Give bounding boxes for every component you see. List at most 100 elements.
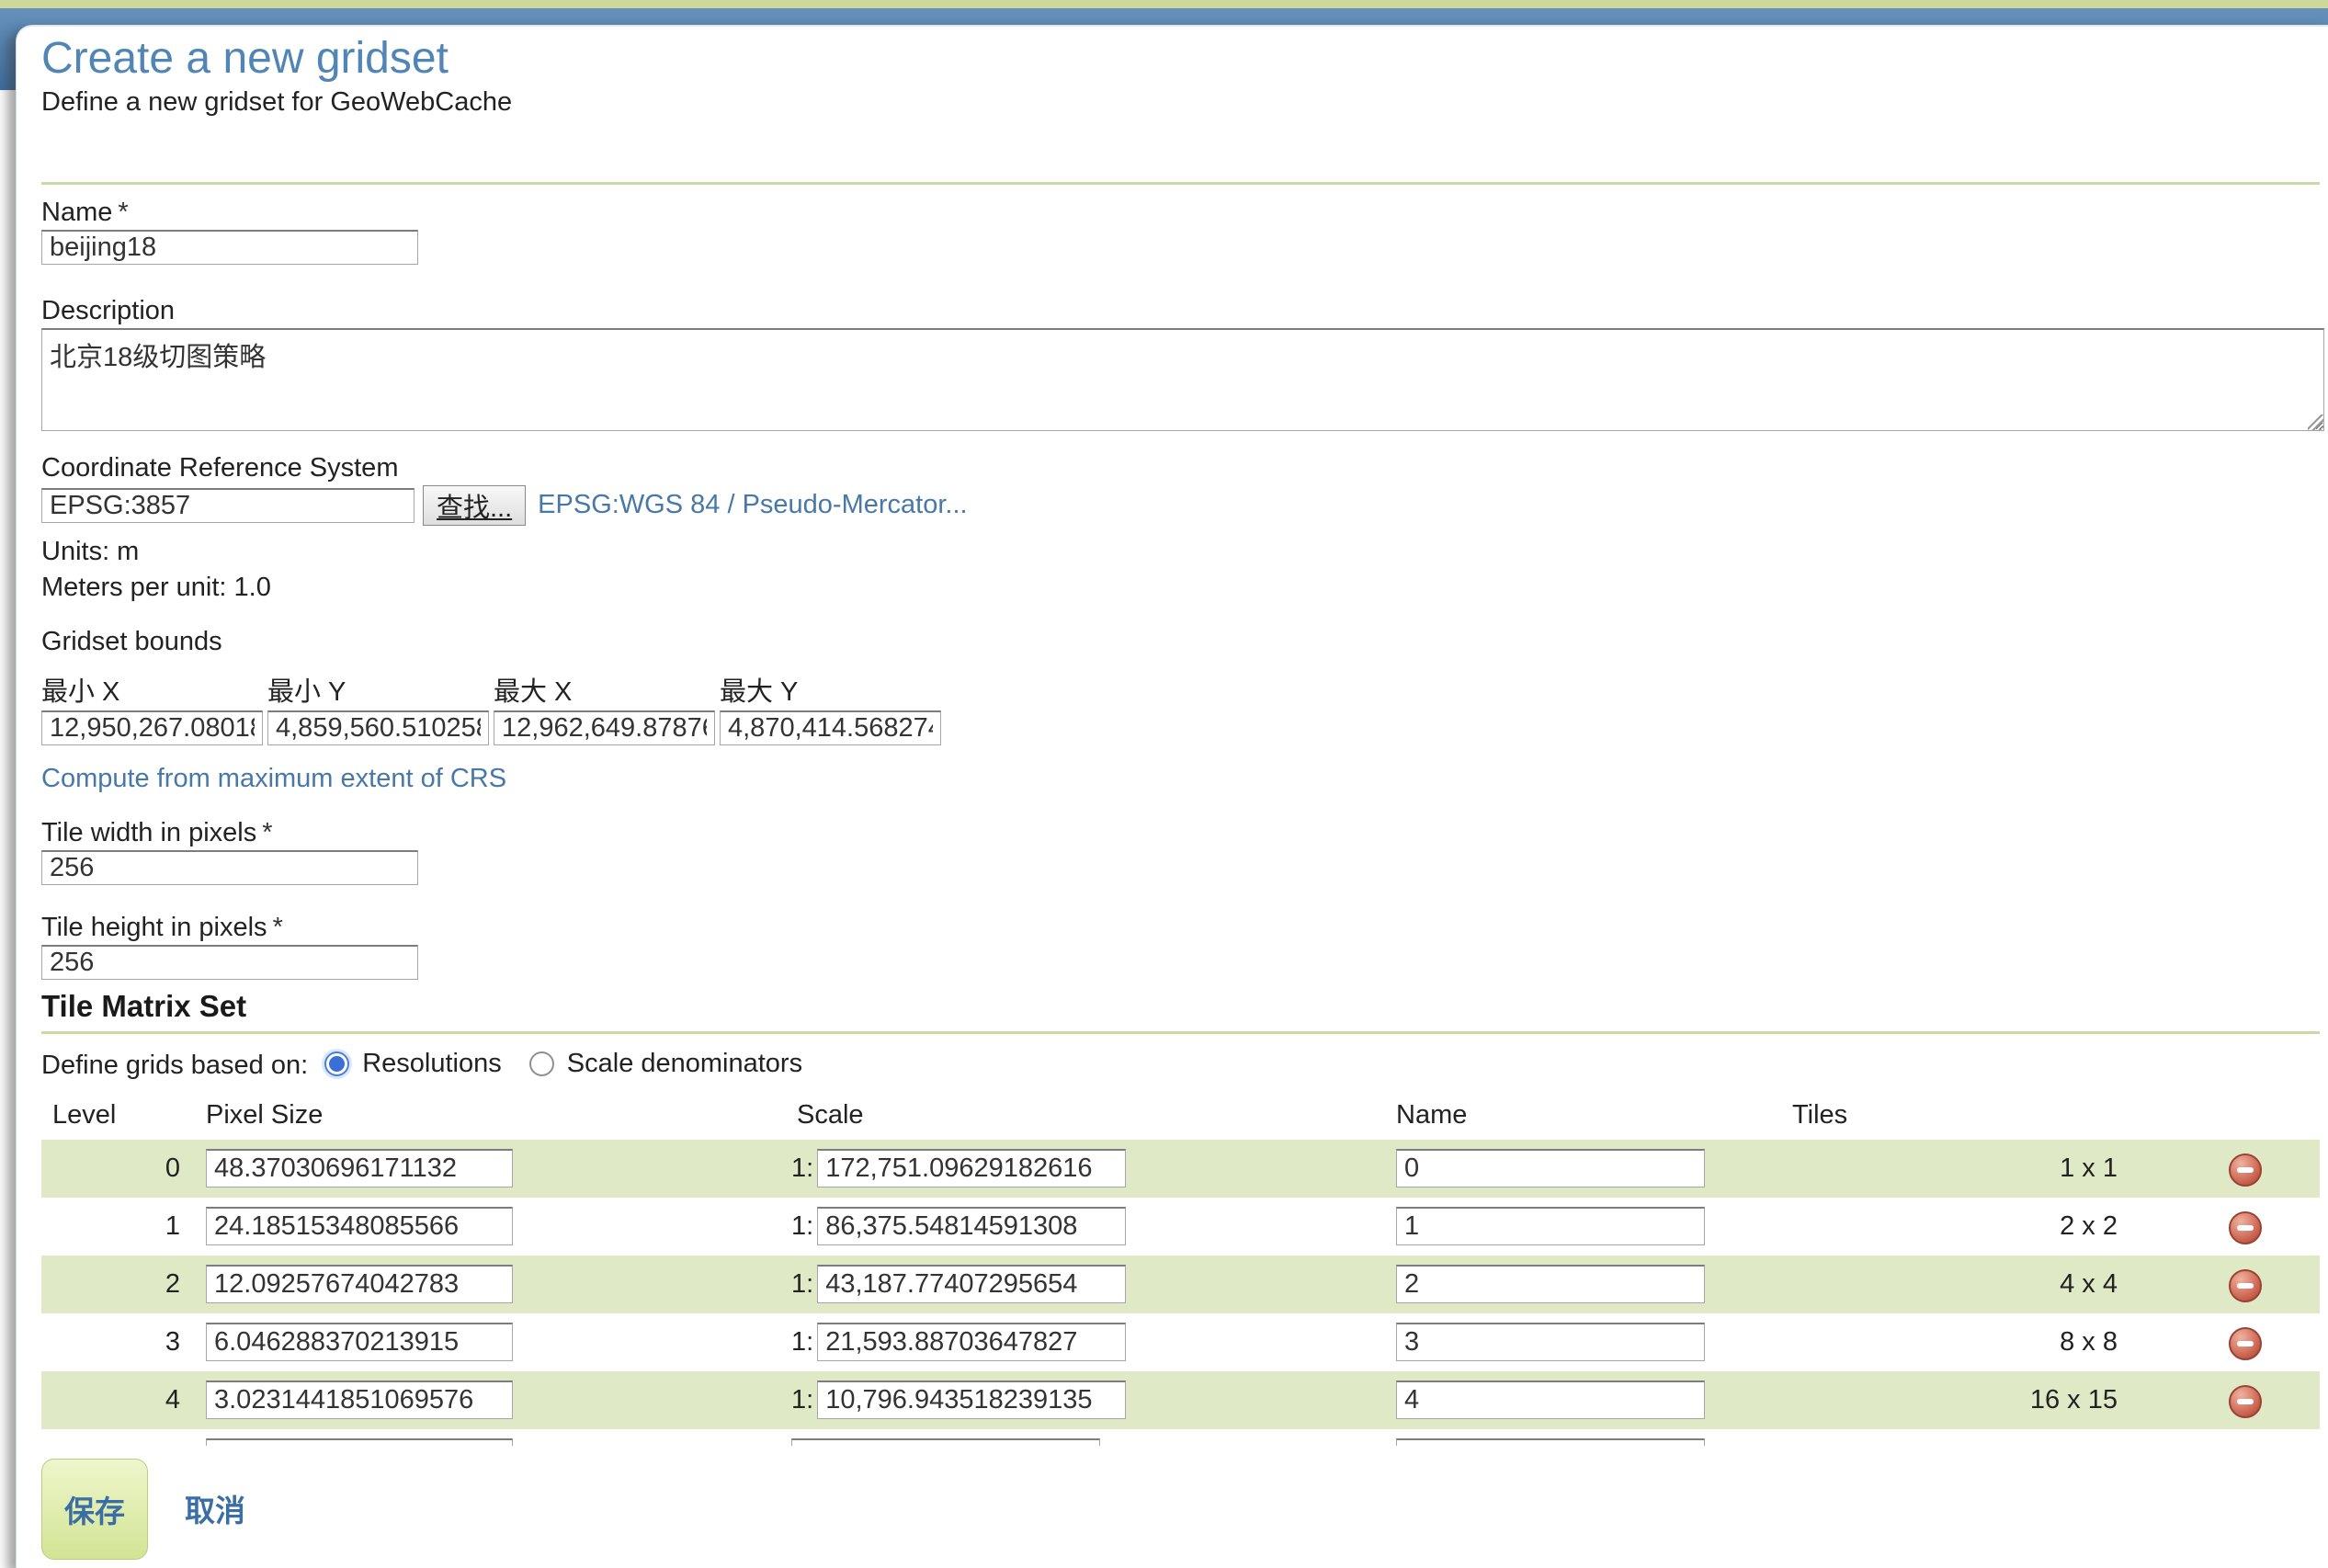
- tile-height-input[interactable]: [41, 945, 418, 980]
- level-value: 3: [165, 1327, 180, 1357]
- radio-icon[interactable]: [324, 1051, 349, 1076]
- scale-prefix: 1:: [791, 1385, 813, 1415]
- tile-width-input[interactable]: [41, 850, 418, 885]
- column-header-level: Level: [41, 1100, 206, 1140]
- tile-matrix-set-heading: Tile Matrix Set: [41, 989, 2320, 1024]
- gridset-bounds-label: Gridset bounds: [41, 627, 2320, 657]
- tiles-value: 8 x 8: [2060, 1327, 2118, 1357]
- scale-prefix: 1:: [791, 1269, 813, 1300]
- scale-input[interactable]: [791, 1438, 1100, 1446]
- pixel-size-input[interactable]: [206, 1381, 513, 1419]
- crs-description-link[interactable]: EPSG:WGS 84 / Pseudo-Mercator...: [538, 490, 967, 520]
- tile-matrix-row: 1 1: 2 x 2: [41, 1198, 2320, 1256]
- remove-level-icon[interactable]: [2229, 1211, 2262, 1244]
- name-input[interactable]: [41, 230, 418, 265]
- form-actions: 保存 取消: [41, 1459, 2320, 1560]
- tile-matrix-row: 4 1: 16 x 15: [41, 1371, 2320, 1429]
- radio-option-label: Scale denominators: [567, 1049, 802, 1079]
- content-panel: Create a new gridset Define a new gridse…: [16, 25, 2328, 1568]
- radio-option[interactable]: Resolutions: [324, 1049, 502, 1079]
- radio-icon[interactable]: [529, 1051, 554, 1076]
- tile-width-label: Tile width in pixels*: [41, 818, 2320, 848]
- name-label: Name*: [41, 198, 2320, 228]
- name-input[interactable]: [1396, 1207, 1705, 1245]
- pixel-size-input[interactable]: [206, 1149, 513, 1187]
- min-y-label: 最小 Y: [267, 670, 494, 709]
- pixel-size-input[interactable]: [206, 1323, 513, 1361]
- tiles-value: 4 x 4: [2060, 1269, 2118, 1299]
- crs-row: 查找... EPSG:WGS 84 / Pseudo-Mercator...: [41, 485, 2320, 526]
- save-button[interactable]: 保存: [41, 1459, 148, 1560]
- scale-prefix: 1:: [791, 1153, 813, 1184]
- name-input[interactable]: [1396, 1438, 1705, 1446]
- scale-input[interactable]: [817, 1207, 1126, 1245]
- remove-level-icon[interactable]: [2229, 1269, 2262, 1302]
- tiles-value: 16 x 15: [2030, 1385, 2118, 1415]
- remove-level-icon[interactable]: [2229, 1153, 2262, 1187]
- define-grids-row: Define grids based on: Resolutions Scale…: [41, 1049, 2320, 1084]
- max-y-label: 最大 Y: [720, 670, 946, 709]
- crs-input[interactable]: [41, 488, 414, 523]
- level-value: 1: [165, 1211, 180, 1241]
- column-header-name: Name: [1392, 1100, 1792, 1140]
- name-input[interactable]: [1396, 1265, 1705, 1303]
- tile-matrix-row: 3 1: 8 x 8: [41, 1313, 2320, 1371]
- remove-level-icon[interactable]: [2229, 1327, 2262, 1360]
- radio-option[interactable]: Scale denominators: [529, 1049, 802, 1079]
- required-mark: *: [262, 818, 272, 847]
- required-mark: *: [118, 198, 128, 227]
- column-header-tiles: Tiles: [1792, 1100, 2169, 1140]
- radio-options: Resolutions Scale denominators: [324, 1049, 823, 1084]
- meters-per-unit-text: Meters per unit: 1.0: [41, 573, 2320, 603]
- tile-matrix-table-container: Level Pixel Size Scale Name Tiles 0 1: 1…: [41, 1100, 2320, 1446]
- cancel-link[interactable]: 取消: [185, 1486, 245, 1530]
- top-accent-bar: [0, 0, 2328, 8]
- tile-matrix-header-row: Level Pixel Size Scale Name Tiles: [41, 1100, 2320, 1140]
- min-x-input[interactable]: [41, 710, 263, 745]
- tile-matrix-row: 2 1: 4 x 4: [41, 1256, 2320, 1313]
- pixel-size-input[interactable]: [206, 1207, 513, 1245]
- page-title: Create a new gridset: [41, 34, 2320, 84]
- find-crs-button[interactable]: 查找...: [423, 485, 526, 526]
- name-input[interactable]: [1396, 1149, 1705, 1187]
- scale-prefix: 1:: [791, 1211, 813, 1242]
- column-header-scale: Scale: [788, 1100, 1392, 1140]
- divider: [41, 182, 2320, 185]
- tile-row-partial: [41, 1429, 2320, 1446]
- max-y-input[interactable]: [720, 710, 941, 745]
- level-value: 2: [165, 1269, 180, 1299]
- pixel-size-input[interactable]: [206, 1438, 513, 1446]
- units-text: Units: m: [41, 537, 2320, 567]
- max-x-input[interactable]: [494, 710, 715, 745]
- name-input[interactable]: [1396, 1323, 1705, 1361]
- tiles-value: 1 x 1: [2060, 1153, 2118, 1183]
- column-header-remove: [2169, 1100, 2320, 1140]
- min-y-input[interactable]: [267, 710, 489, 745]
- min-x-label: 最小 X: [41, 670, 267, 709]
- define-grids-label: Define grids based on:: [41, 1051, 308, 1081]
- level-value: 0: [165, 1153, 180, 1183]
- description-label: Description: [41, 296, 2320, 326]
- compute-extent-link[interactable]: Compute from maximum extent of CRS: [41, 764, 506, 794]
- tiles-value: 2 x 2: [2060, 1211, 2118, 1241]
- crs-label: Coordinate Reference System: [41, 453, 2320, 483]
- name-input[interactable]: [1396, 1381, 1705, 1419]
- pixel-size-input[interactable]: [206, 1265, 513, 1303]
- scale-input[interactable]: [817, 1323, 1126, 1361]
- scale-input[interactable]: [817, 1381, 1126, 1419]
- bounds-inputs-row: [41, 710, 2320, 745]
- description-textarea[interactable]: 北京18级切图策略: [41, 328, 2324, 431]
- scale-input[interactable]: [817, 1149, 1126, 1187]
- column-header-pixel-size: Pixel Size: [206, 1100, 788, 1140]
- divider: [41, 1031, 2320, 1034]
- tile-matrix-row: 0 1: 1 x 1: [41, 1140, 2320, 1198]
- remove-level-icon[interactable]: [2229, 1385, 2262, 1418]
- tile-matrix-table: Level Pixel Size Scale Name Tiles 0 1: 1…: [41, 1100, 2320, 1446]
- scale-input[interactable]: [817, 1265, 1126, 1303]
- scale-prefix: 1:: [791, 1327, 813, 1358]
- radio-option-label: Resolutions: [362, 1049, 502, 1079]
- required-mark: *: [273, 913, 283, 942]
- max-x-label: 最大 X: [494, 670, 720, 709]
- bounds-labels-row: 最小 X 最小 Y 最大 X 最大 Y: [41, 670, 2320, 709]
- level-value: 4: [165, 1385, 180, 1415]
